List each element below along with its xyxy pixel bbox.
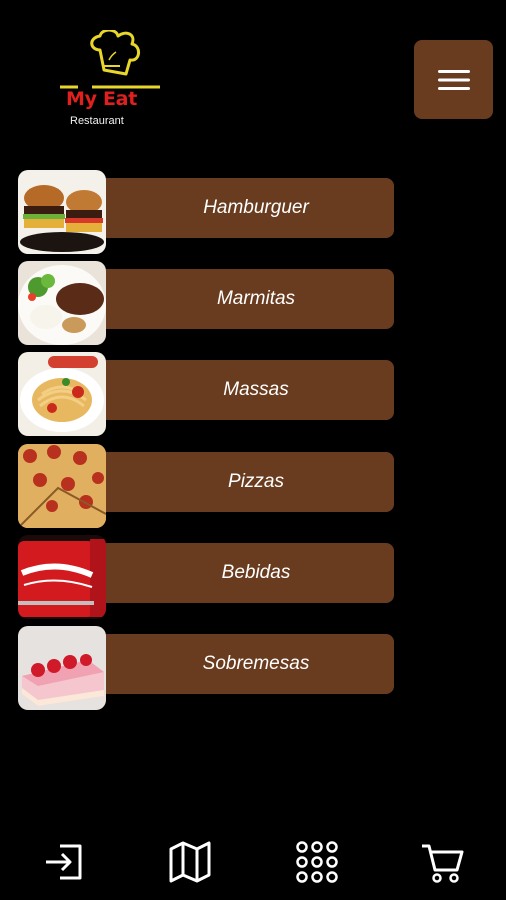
category-sobremesas[interactable]: Sobremesas [18, 626, 394, 712]
category-hamburguer[interactable]: Hamburguer [18, 170, 394, 256]
category-button-massas[interactable]: Massas [98, 360, 394, 420]
login-icon[interactable] [42, 840, 86, 884]
category-button-marmitas[interactable]: Marmitas [98, 269, 394, 329]
category-button-pizzas[interactable]: Pizzas [98, 452, 394, 512]
cart-icon[interactable] [420, 840, 464, 884]
pizza-photo-icon [18, 444, 106, 528]
category-massas[interactable]: Massas [18, 352, 394, 438]
grid-icon[interactable] [295, 840, 339, 884]
category-button-hamburguer[interactable]: Hamburguer [98, 178, 394, 238]
category-label: Marmitas [216, 288, 296, 309]
burger-photo-icon [18, 170, 106, 254]
dessert-photo-icon [18, 626, 106, 710]
category-label: Hamburguer [203, 197, 309, 218]
bottom-nav [0, 830, 506, 900]
category-label: Pizzas [228, 471, 284, 492]
category-list: Hamburguer Marmitas Massas Pizzas Bebida… [0, 0, 506, 780]
category-marmitas[interactable]: Marmitas [18, 261, 394, 347]
drinks-photo-icon [18, 535, 106, 619]
category-label: Massas [223, 379, 289, 400]
category-bebidas[interactable]: Bebidas [18, 535, 394, 621]
marmita-photo-icon [18, 261, 106, 345]
category-label: Sobremesas [202, 653, 310, 674]
category-button-sobremesas[interactable]: Sobremesas [98, 634, 394, 694]
category-button-bebidas[interactable]: Bebidas [98, 543, 394, 603]
category-label: Bebidas [221, 562, 291, 583]
map-icon[interactable] [168, 840, 212, 884]
category-pizzas[interactable]: Pizzas [18, 444, 394, 530]
pasta-photo-icon [18, 352, 106, 436]
